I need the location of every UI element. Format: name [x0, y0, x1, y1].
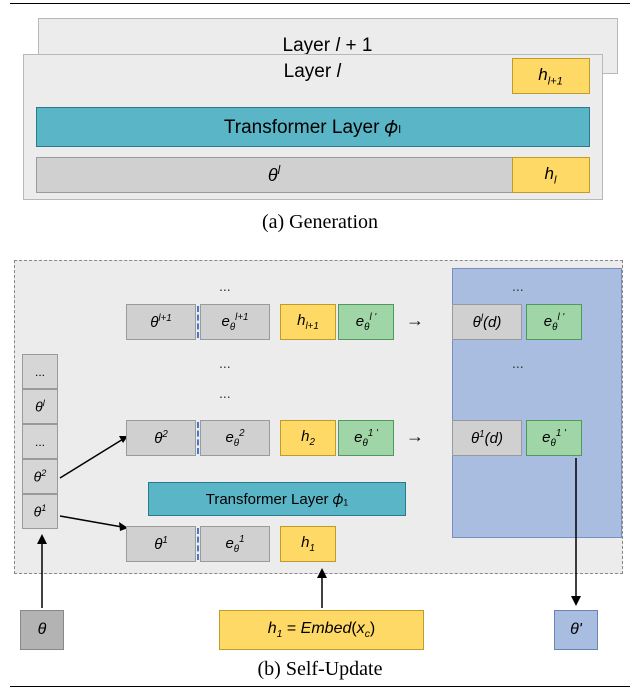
input-row-a: θl hl [36, 157, 590, 193]
rt-out-theta: θl(d) [452, 304, 522, 340]
stack-dots2: ... [22, 424, 58, 459]
rt-e: eθl+1 [200, 304, 270, 340]
dots-mid2-left: ... [219, 385, 231, 401]
transformer-layer-b: Transformer Layer 𝜙₁ [148, 482, 406, 516]
ext-theta: θ [20, 610, 64, 650]
transformer-layer-a: Transformer Layer 𝜙ₗ [36, 107, 590, 147]
rm-theta: θ2 [126, 420, 196, 456]
arrow-stack-to-row2 [58, 428, 133, 533]
rb-e: eθ1 [200, 526, 270, 562]
self-update-diagram: ... θl ... θ2 θ1 ... ... ... ... ... θl+… [14, 260, 626, 650]
stack-theta-l: θl [22, 389, 58, 424]
ext-h1: h1 = Embed(xc) [219, 610, 424, 650]
transformer-label-b: Transformer Layer 𝜙₁ [206, 491, 349, 508]
h-in: hl [512, 157, 590, 193]
rt-dash [197, 306, 199, 338]
arrow-up-h1 [314, 566, 330, 610]
rt-out-e: eθl ' [526, 304, 582, 340]
rt-g: eθl ' [338, 304, 394, 340]
dots-mid-right: ... [512, 355, 524, 371]
generation-diagram: Layer 𝑙 + 1 Layer 𝑙 hl+1 Transformer Lay… [23, 18, 618, 203]
stack-theta-2: θ2 [22, 459, 58, 494]
rb-theta: θ1 [126, 526, 196, 562]
arrow-up-theta [34, 532, 50, 610]
theta-l: θl [36, 157, 512, 193]
ext-thetap: θ' [554, 610, 598, 650]
panel-b: ... θl ... θ2 θ1 ... ... ... ... ... θl+… [12, 260, 628, 681]
dots-top-right: ... [512, 278, 524, 294]
caption-b: (b) Self-Update [258, 658, 383, 681]
rm-out-e: eθ1 ' [526, 420, 582, 456]
rm-g: eθ1 ' [338, 420, 394, 456]
layer-front: Layer 𝑙 hl+1 Transformer Layer 𝜙ₗ θl hl [23, 54, 603, 200]
rm-h: h2 [280, 420, 336, 456]
dots-top-left: ... [219, 278, 231, 294]
rb-dash [197, 528, 199, 560]
caption-a: (a) Generation [262, 211, 378, 234]
transformer-label-a: Transformer Layer 𝜙ₗ [224, 116, 401, 139]
theta-stack: ... θl ... θ2 θ1 [22, 354, 58, 529]
rb-h: h1 [280, 526, 336, 562]
rt-arrow: → [406, 310, 424, 331]
rm-out-theta: θ1(d) [452, 420, 522, 456]
h-out: hl+1 [512, 58, 590, 94]
stack-dots: ... [22, 354, 58, 389]
panel-a: Layer 𝑙 + 1 Layer 𝑙 hl+1 Transformer Lay… [12, 18, 628, 234]
rt-theta: θl+1 [126, 304, 196, 340]
rt-h: hl+1 [280, 304, 336, 340]
rm-e: eθ2 [200, 420, 270, 456]
rm-dash [197, 422, 199, 454]
dots-mid-left: ... [219, 355, 231, 371]
arrow-down-to-thetap [569, 458, 583, 608]
layer-front-label-text: Layer 𝑙 [284, 61, 342, 82]
rm-arrow: → [406, 426, 424, 447]
stack-theta-1: θ1 [22, 494, 58, 529]
